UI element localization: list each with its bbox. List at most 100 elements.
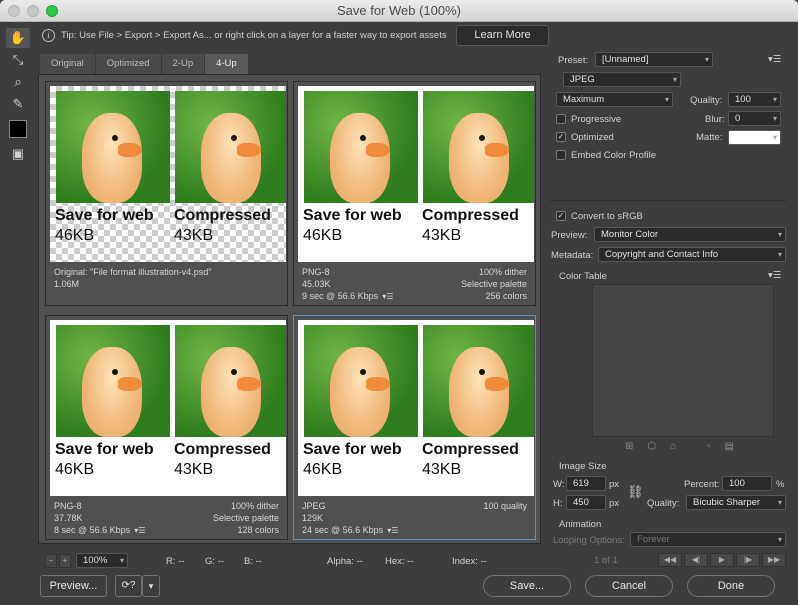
preview-button[interactable]: Preview...: [40, 575, 107, 597]
optimized-label: Optimized: [571, 132, 614, 143]
info-icon: i: [42, 28, 55, 42]
caption-title: Save for web: [303, 207, 402, 224]
compression-select[interactable]: Maximum ▾: [556, 92, 673, 107]
red-readout: R: --: [166, 556, 185, 567]
tab-2-up[interactable]: 2-Up: [161, 54, 206, 74]
convert-srgb-checkbox[interactable]: ✓: [556, 211, 566, 221]
title-bar: Save for Web (100%): [0, 0, 798, 22]
resample-select[interactable]: Bicubic Sharper ▾: [686, 495, 786, 510]
play-button[interactable]: ▶: [710, 553, 734, 567]
matte-color-select[interactable]: ▾: [728, 130, 781, 145]
preview-pane-original[interactable]: Save for web 46KB Compressed 43KB Origin…: [45, 81, 288, 306]
blur-label: Blur:: [705, 114, 725, 125]
looping-select[interactable]: Forever ▾: [630, 532, 786, 547]
zoom-level-select[interactable]: 100% ▾: [76, 553, 128, 568]
blue-readout: B: --: [244, 556, 262, 567]
zoom-out-button[interactable]: −: [45, 554, 57, 568]
width-unit: px: [609, 479, 620, 490]
preview-pane-jpeg[interactable]: Save for web 46KB Compressed 43KB JPEG 12…: [293, 315, 536, 540]
duckling-photo: [175, 325, 286, 437]
zoom-tool-icon[interactable]: ⌕: [6, 72, 30, 92]
duckling-photo: [56, 325, 170, 437]
preview-label: Preview:: [551, 230, 588, 241]
next-frame-button[interactable]: |▶: [736, 553, 760, 567]
save-button[interactable]: Save...: [483, 575, 571, 597]
tab-4-up[interactable]: 4-Up: [205, 54, 249, 74]
hand-tool-icon[interactable]: ✋: [6, 28, 30, 48]
color-table-icons[interactable]: ⊞⬡⌂ ▫▤: [625, 441, 748, 452]
eyedropper-tool-icon[interactable]: ✎: [6, 94, 30, 114]
tip-text: Tip: Use File > Export > Export As... or…: [61, 29, 447, 41]
first-frame-button[interactable]: ◀◀: [658, 553, 682, 567]
caption-size: 46KB: [55, 461, 95, 478]
preview-area: Save for web 46KB Compressed 43KB Origin…: [38, 74, 541, 544]
preview-image: Save for web 46KB Compressed 43KB: [298, 320, 534, 496]
browser-menu-chevron-down-icon[interactable]: ▾: [142, 575, 160, 597]
green-readout: G: --: [205, 556, 224, 567]
optimized-checkbox[interactable]: ✓: [556, 132, 566, 142]
pane-info-left: JPEG 129K 24 sec @ 56.6 Kbps ▾☰: [302, 501, 399, 535]
index-readout: Index: --: [452, 556, 487, 567]
duckling-photo: [423, 91, 534, 203]
optimize-menu-icon[interactable]: ▾☰: [768, 54, 781, 65]
percent-field[interactable]: 100: [722, 476, 772, 491]
tab-optimized[interactable]: Optimized: [95, 54, 162, 74]
percent-label: Percent:: [684, 479, 720, 490]
zoom-in-button[interactable]: +: [59, 554, 71, 568]
constrain-proportions-link-icon[interactable]: ⛓: [627, 484, 644, 500]
embed-profile-checkbox[interactable]: [556, 150, 566, 160]
tab-original[interactable]: Original: [40, 54, 96, 74]
hex-readout: Hex: --: [385, 556, 414, 567]
percent-unit: %: [776, 479, 785, 490]
preview-pane-png8-128[interactable]: Save for web 46KB Compressed 43KB PNG-8 3…: [45, 315, 288, 540]
quality-field[interactable]: 100 ▾: [728, 92, 781, 107]
close-window-button[interactable]: [8, 5, 20, 17]
height-label: H:: [553, 498, 563, 509]
format-select[interactable]: JPEG ▾: [563, 72, 681, 87]
last-frame-button[interactable]: ▶▶: [762, 553, 786, 567]
divider: [550, 200, 786, 201]
duckling-photo: [423, 325, 534, 437]
toggle-slices-icon[interactable]: ▣: [6, 144, 30, 164]
blur-field[interactable]: 0 ▾: [728, 111, 781, 126]
download-speed-menu-icon[interactable]: ▾☰: [387, 526, 398, 535]
done-button[interactable]: Done: [687, 575, 775, 597]
cancel-button[interactable]: Cancel: [585, 575, 673, 597]
eyedropper-color-swatch[interactable]: [9, 120, 27, 138]
download-speed-menu-icon[interactable]: ▾☰: [134, 526, 145, 535]
caption-title: Compressed: [422, 441, 519, 458]
duckling-photo: [304, 325, 418, 437]
pane-info-right: 100% dither Selective palette 128 colors: [212, 501, 279, 535]
color-table-menu-icon[interactable]: ▾☰: [768, 270, 781, 281]
preset-label: Preset:: [558, 55, 589, 66]
caption-title: Save for web: [55, 441, 154, 458]
metadata-select[interactable]: Copyright and Contact Info ▾: [598, 247, 786, 262]
caption-size: 46KB: [55, 227, 95, 244]
color-table[interactable]: [592, 284, 774, 437]
browser-preview-icon[interactable]: ⟳?: [115, 575, 142, 597]
slice-select-tool-icon[interactable]: ⤡: [6, 50, 30, 70]
caption-size: 46KB: [303, 461, 343, 478]
download-speed-menu-icon[interactable]: ▾☰: [382, 292, 393, 301]
height-field[interactable]: 450: [566, 495, 606, 510]
matte-label: Matte:: [696, 132, 723, 143]
color-table-label: Color Table: [559, 271, 607, 282]
previous-frame-button[interactable]: ◀|: [684, 553, 708, 567]
convert-srgb-label: Convert to sRGB: [571, 211, 643, 222]
preview-select[interactable]: Monitor Color ▾: [594, 227, 786, 242]
window-title: Save for Web (100%): [336, 3, 462, 18]
status-bar: − + 100% ▾ R: -- G: -- B: -- Alpha: -- He…: [38, 548, 541, 570]
image-size-label: Image Size: [559, 461, 607, 472]
preset-select[interactable]: [Unnamed] ▾: [595, 52, 713, 67]
looping-label: Looping Options:: [553, 535, 625, 546]
resample-quality-label: Quality:: [647, 498, 680, 509]
minimize-window-button[interactable]: [27, 5, 39, 17]
zoom-window-button[interactable]: [46, 5, 58, 17]
height-unit: px: [609, 498, 620, 509]
preview-pane-png8-256[interactable]: Save for web 46KB Compressed 43KB PNG-8 4…: [293, 81, 536, 306]
width-field[interactable]: 619: [566, 476, 606, 491]
learn-more-button[interactable]: Learn More: [456, 25, 549, 46]
duckling-photo: [175, 91, 286, 203]
progressive-checkbox[interactable]: [556, 114, 566, 124]
frame-count: 1 of 1: [594, 555, 618, 566]
